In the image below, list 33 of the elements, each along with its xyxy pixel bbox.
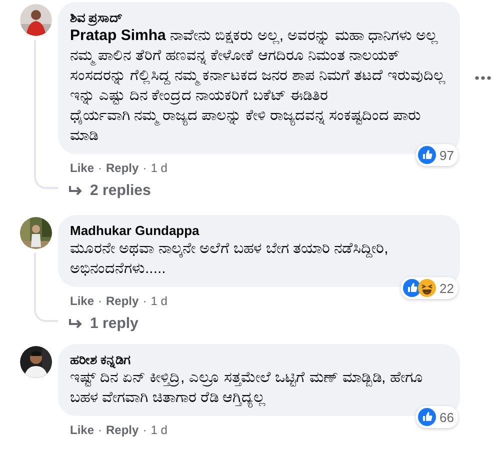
comment-text: ಇಷ್ಟ್ ದಿನ ಏನ್ ಕೀಳ್ತಿದ್ರಿ, ಎಲ್ರೂ ಸತ್ತಮೇಲೆ ಒಟ್ಟಿಗೆ ಮಣ್ ಮಾಡ್ಬಿಡಿ, ಹೇಗೂ ಬಹಳ ವೇಗವಾಗಿ ಚಿತಾಗಾರ ರೆಡಿ ಆಗ್ತಿದ್ಯಲ್ಲ xyxy=(70,368,424,408)
separator-dot: · xyxy=(98,422,102,438)
like-icon xyxy=(418,408,436,426)
like-icon xyxy=(418,146,436,164)
separator-dot: · xyxy=(98,293,102,309)
reactions-badge[interactable]: 22 xyxy=(400,277,458,299)
view-replies-link[interactable]: 2 replies xyxy=(68,182,151,199)
timestamp: 1 d xyxy=(150,160,168,176)
author-name[interactable]: Madhukar Gundappa xyxy=(70,223,448,239)
like-icon xyxy=(402,279,421,297)
separator-dot: · xyxy=(142,160,147,176)
action-link[interactable]: Like xyxy=(70,160,94,176)
timestamp: 1 d xyxy=(150,293,168,309)
view-replies-link[interactable]: 1 reply xyxy=(68,315,138,332)
action-link[interactable]: Reply xyxy=(106,422,139,438)
reactions-badge[interactable]: 97 xyxy=(416,144,458,166)
reply-arrow-icon xyxy=(68,318,84,330)
comment-text: ಮೂರನೇ ಅಥವಾ ನಾಲ್ಕನೇ ಅಲೆಗೆ ಬಹಳ ಬೇಗ ತಯಾರಿ ನಡೆಸಿದ್ದೀರಿ, ಅಭಿನಂದನೆಗಳು..... xyxy=(70,239,390,279)
reactions-badge[interactable]: 66 xyxy=(416,406,458,428)
separator-dot: · xyxy=(142,293,147,309)
timestamp: 1 d xyxy=(150,422,168,438)
action-link[interactable]: Like xyxy=(70,422,94,438)
separator-dot: · xyxy=(98,160,102,176)
action-link[interactable]: Reply xyxy=(106,160,139,176)
action-link[interactable]: Reply xyxy=(106,293,139,309)
separator-dot: · xyxy=(142,422,147,438)
reply-arrow-icon xyxy=(68,184,84,196)
comment-text: Pratap Simha ನಾವೇನು ಬಿಕ್ಷಕರು ಅಲ್ಲ, ಅವರನ್ನು ಮಹಾ ಧಾನಿಗಳು ಅಲ್ಲ ನಮ್ಮ ಪಾಲಿನ ತೆರಿಗೆ ಹಣವನ್ನ ಕೇಳೋಕೆ ಆಗದಿರೂ ನಿಮಂತ ನಾಲಯಕ್ ಸಂಸದರನ್ನು ಗೆಲ್ಲಿಸಿದ್ದ ನಮ್ಮ ಕರ್ನಾಟಕದ ಜನರ ಶಾಪ ನಿಮಗೆ ತಟದೆ ಇರುವುದಿಲ್ಲ ಇನ್ನು ಎಷ್ಟು ದಿನ ಕೇಂದ್ರದ ನಾಯಕರಿಗೆ ಬಕೆಟ್ ಈಡಿತಿರ ಧೈರ್ಯವಾಗಿ ನಮ್ಮ ರಾಜ್ಯದ ಪಾಲನ್ನು ಕೇಳಿ ರಾಜ್ಯದವನ್ನ ಸಂಕಷ್ಟದಿಂದ ಪಾರು ಮಾಡಿ xyxy=(70,26,446,146)
action-link[interactable]: Like xyxy=(70,293,94,309)
laughing-emoji-icon xyxy=(418,279,436,297)
more-icon[interactable] xyxy=(474,75,492,81)
author-name[interactable]: ಹರೀಶ ಕನ್ನಡಿಗ xyxy=(70,352,448,368)
author-name[interactable]: ಶಿವ ಪ್ರಸಾದ್ xyxy=(70,10,448,26)
